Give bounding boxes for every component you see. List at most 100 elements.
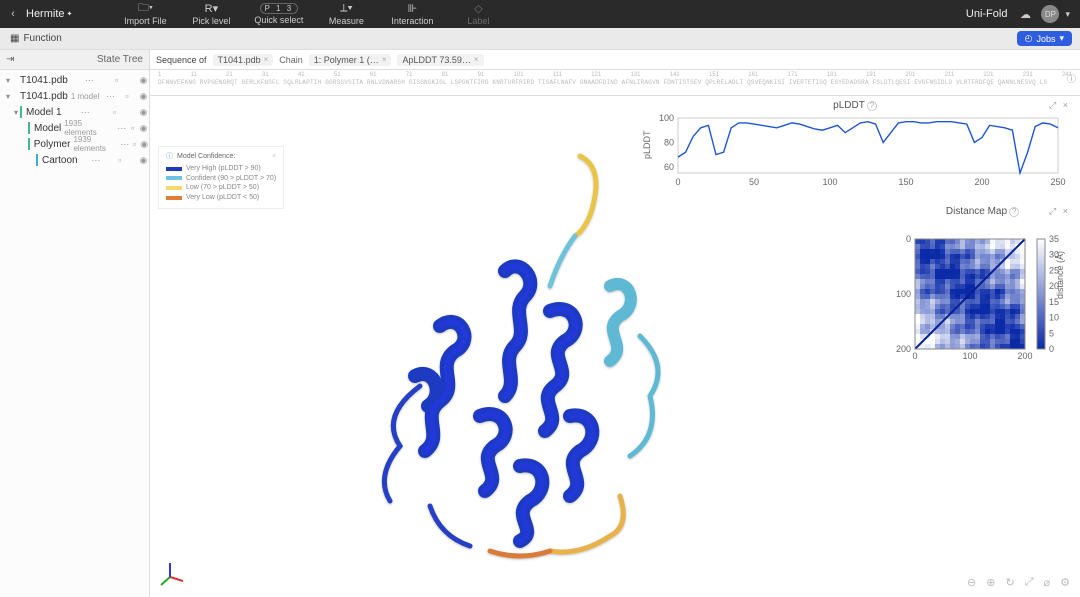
svg-text:100: 100 — [822, 177, 837, 187]
close-icon[interactable]: × — [272, 152, 276, 162]
eye-icon[interactable]: ◉ — [138, 123, 149, 134]
eye-icon[interactable]: ◉ — [138, 91, 149, 102]
svg-text:0: 0 — [675, 177, 680, 187]
eye-icon[interactable]: ◉ — [138, 107, 149, 118]
sequence-label: Sequence of — [156, 55, 207, 65]
plddt-chart[interactable]: pLDDT 1008060050100150200250 — [640, 113, 1070, 193]
svg-text:pLDDT: pLDDT — [642, 130, 652, 159]
help-icon[interactable]: ? — [867, 101, 877, 111]
jobs-button[interactable]: ◴Jobs▾ — [1017, 31, 1072, 46]
more-icon[interactable]: ⋯ — [80, 107, 91, 118]
tag-icon: ◇ — [474, 3, 482, 15]
legend-row: Very High (pLDDT > 90) — [166, 164, 276, 174]
reset-icon[interactable]: ↻ — [1005, 576, 1014, 589]
tree-item[interactable]: Polymer1939 elements⋯▫◉ — [0, 136, 149, 152]
panel-controls[interactable]: ⤢ × — [1049, 100, 1070, 111]
jobs-icon: ◴ — [1025, 33, 1033, 44]
structure-viewer[interactable]: ⓘModel Confidence:× Very High (pLDDT > 9… — [150, 96, 1080, 597]
sparkle-icon: ✦ — [67, 10, 73, 18]
svg-text:200: 200 — [896, 344, 911, 354]
tree-item[interactable]: Cartoon⋯▫◉ — [0, 152, 149, 168]
label-button: ◇Label — [455, 3, 501, 26]
zoom-in-icon[interactable]: ⊕ — [986, 576, 995, 589]
eye-icon[interactable]: ◉ — [139, 139, 149, 150]
tree-item[interactable]: ▾T1041.pdb⋯▫◉ — [0, 72, 149, 88]
close-icon[interactable]: × — [382, 55, 387, 64]
copy-icon[interactable]: ▫ — [127, 123, 138, 133]
sidebar: ⇥ State Tree ▾T1041.pdb⋯▫◉▾T1041.pdb1 mo… — [0, 50, 150, 597]
svg-text:250: 250 — [1050, 177, 1065, 187]
svg-text:100: 100 — [962, 351, 977, 361]
grid-icon: ▦ — [10, 33, 19, 44]
legend-row: Low (70 > pLDDT > 50) — [166, 183, 276, 193]
fullscreen-icon[interactable]: ⤢ — [1025, 576, 1034, 589]
sequence-string: DFNNVEFKNG RVPGENGRQT GERLKFNSFL SQLRLAP… — [158, 79, 1072, 86]
state-tree-title: State Tree — [97, 54, 143, 65]
cloud-icon[interactable]: ☁ — [1015, 8, 1035, 21]
folder-icon: 🗀▾ — [138, 3, 153, 15]
viewer-controls: ⊖ ⊕ ↻ ⤢ ⌀ ⚙ — [967, 576, 1070, 589]
svg-text:200: 200 — [974, 177, 989, 187]
svg-text:50: 50 — [749, 177, 759, 187]
confidence-legend: ⓘModel Confidence:× Very High (pLDDT > 9… — [158, 146, 284, 209]
copy-icon[interactable]: ▫ — [121, 91, 132, 101]
sequence-ruler[interactable]: 1112131415161718191101111121131141151161… — [150, 70, 1080, 96]
eye-icon[interactable]: ◉ — [138, 155, 149, 166]
file-pill[interactable]: T1041.pdb× — [213, 54, 274, 66]
axis-gizmo[interactable] — [155, 559, 185, 589]
svg-text:0: 0 — [1049, 344, 1054, 354]
close-icon[interactable]: × — [264, 55, 269, 64]
more-icon[interactable]: ⋯ — [116, 123, 127, 134]
cursor-icon: R▾ — [205, 3, 218, 15]
zoom-out-icon[interactable]: ⊖ — [967, 576, 976, 589]
tree-item[interactable]: ▾T1041.pdb1 model⋯▫◉ — [0, 88, 149, 104]
eye-icon[interactable]: ◉ — [138, 75, 149, 86]
collapse-icon[interactable]: ⇥ — [6, 54, 14, 65]
polymer-pill[interactable]: 1: Polymer 1 (…× — [309, 54, 392, 66]
top-bar: ‹ Hermite✦ 🗀▾Import File R▾Pick level P … — [0, 0, 1080, 28]
unifold-label[interactable]: Uni-Fold — [966, 8, 1008, 20]
copy-icon[interactable]: ▫ — [130, 139, 140, 149]
aplddt-pill[interactable]: ApLDDT 73.59…× — [397, 54, 483, 66]
copy-icon[interactable]: ▫ — [111, 75, 122, 85]
function-tab[interactable]: ▦Function — [0, 33, 72, 44]
chevron-down-icon: ▾ — [1059, 33, 1064, 44]
more-icon[interactable]: ⋯ — [105, 91, 116, 102]
svg-text:150: 150 — [898, 177, 913, 187]
protein-structure[interactable] — [320, 136, 800, 597]
state-tree-header: ⇥ State Tree — [0, 50, 149, 70]
help-icon[interactable]: ? — [1009, 207, 1019, 217]
pick-level-button[interactable]: R▾Pick level — [188, 3, 234, 26]
more-icon[interactable]: ⋯ — [120, 139, 130, 150]
close-icon[interactable]: × — [474, 55, 479, 64]
settings-icon[interactable]: ⚙ — [1060, 576, 1070, 589]
panel-controls[interactable]: ⤢ × — [1049, 206, 1070, 217]
sequence-bar: Sequence of T1041.pdb× Chain 1: Polymer … — [150, 50, 1080, 70]
copy-icon[interactable]: ▫ — [109, 107, 120, 117]
svg-text:100: 100 — [896, 289, 911, 299]
quick-select-button[interactable]: P 1 3Quick select — [254, 3, 303, 26]
svg-text:10: 10 — [1049, 313, 1059, 323]
tree-item[interactable]: Model1935 elements⋯▫◉ — [0, 120, 149, 136]
chain-label: Chain — [279, 55, 303, 65]
measure-button[interactable]: ⟂▾Measure — [323, 3, 369, 26]
info-icon[interactable]: ⓘ — [1067, 72, 1076, 85]
chevron-down-icon[interactable]: ▾ — [1065, 9, 1070, 20]
import-file-button[interactable]: 🗀▾Import File — [122, 3, 168, 26]
ruler-icon: ⟂▾ — [340, 3, 353, 15]
copy-icon[interactable]: ▫ — [114, 155, 125, 165]
svg-text:0: 0 — [906, 234, 911, 244]
svg-text:80: 80 — [664, 137, 674, 147]
camera-icon[interactable]: ⌀ — [1044, 576, 1051, 589]
distance-map[interactable]: 35302520151050 distance (Å) 001001002002… — [895, 219, 1070, 369]
more-icon[interactable]: ⋯ — [84, 75, 95, 86]
app-brand: Hermite✦ — [26, 8, 72, 20]
tree-item[interactable]: ▾Model 1⋯▫◉ — [0, 104, 149, 120]
state-tree: ▾T1041.pdb⋯▫◉▾T1041.pdb1 model⋯▫◉▾Model … — [0, 70, 149, 170]
more-icon[interactable]: ⋯ — [90, 155, 101, 166]
info-icon[interactable]: ⓘ — [166, 152, 173, 162]
back-icon[interactable]: ‹ — [0, 8, 26, 20]
avatar[interactable]: DP — [1041, 5, 1059, 23]
interaction-button[interactable]: ⊪Interaction — [389, 3, 435, 26]
distance-panel: ⤢ × Distance Map? 35302520151050 distanc… — [895, 206, 1070, 372]
